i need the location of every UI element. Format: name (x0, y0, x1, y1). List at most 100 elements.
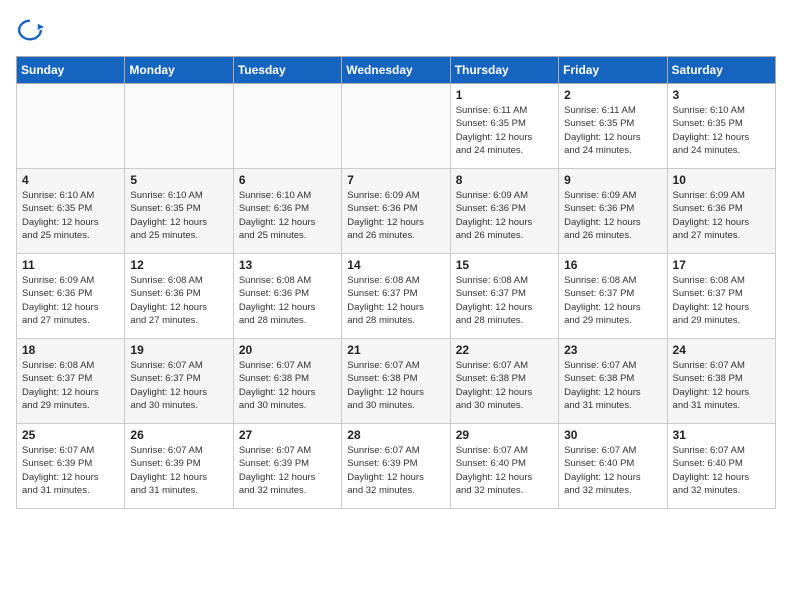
day-info: Sunrise: 6:09 AM Sunset: 6:36 PM Dayligh… (456, 189, 554, 242)
day-number: 16 (564, 258, 662, 272)
day-number: 4 (22, 173, 120, 187)
day-info: Sunrise: 6:07 AM Sunset: 6:40 PM Dayligh… (673, 444, 771, 497)
calendar-cell: 28 Sunrise: 6:07 AM Sunset: 6:39 PM Dayli… (342, 424, 450, 509)
day-info: Sunrise: 6:08 AM Sunset: 6:36 PM Dayligh… (130, 274, 228, 327)
calendar-week-row: 18 Sunrise: 6:08 AM Sunset: 6:37 PM Dayli… (17, 339, 776, 424)
calendar-cell: 12 Sunrise: 6:08 AM Sunset: 6:36 PM Dayli… (125, 254, 233, 339)
calendar-cell (342, 84, 450, 169)
calendar-cell (125, 84, 233, 169)
day-number: 3 (673, 88, 771, 102)
calendar-cell: 7Sunrise: 6:09 AM Sunset: 6:36 PM Daylig… (342, 169, 450, 254)
day-info: Sunrise: 6:10 AM Sunset: 6:35 PM Dayligh… (130, 189, 228, 242)
header-monday: Monday (125, 57, 233, 84)
calendar-header-row: SundayMondayTuesdayWednesdayThursdayFrid… (17, 57, 776, 84)
calendar-cell: 19 Sunrise: 6:07 AM Sunset: 6:37 PM Dayli… (125, 339, 233, 424)
day-info: Sunrise: 6:08 AM Sunset: 6:37 PM Dayligh… (673, 274, 771, 327)
calendar-cell: 5Sunrise: 6:10 AM Sunset: 6:35 PM Daylig… (125, 169, 233, 254)
calendar-week-row: 25 Sunrise: 6:07 AM Sunset: 6:39 PM Dayli… (17, 424, 776, 509)
day-info: Sunrise: 6:07 AM Sunset: 6:39 PM Dayligh… (347, 444, 445, 497)
calendar-cell: 25 Sunrise: 6:07 AM Sunset: 6:39 PM Dayli… (17, 424, 125, 509)
day-info: Sunrise: 6:08 AM Sunset: 6:36 PM Dayligh… (239, 274, 337, 327)
day-info: Sunrise: 6:07 AM Sunset: 6:39 PM Dayligh… (130, 444, 228, 497)
day-info: Sunrise: 6:07 AM Sunset: 6:40 PM Dayligh… (564, 444, 662, 497)
day-number: 25 (22, 428, 120, 442)
day-number: 12 (130, 258, 228, 272)
day-number: 26 (130, 428, 228, 442)
day-info: Sunrise: 6:10 AM Sunset: 6:35 PM Dayligh… (22, 189, 120, 242)
header-tuesday: Tuesday (233, 57, 341, 84)
day-info: Sunrise: 6:07 AM Sunset: 6:37 PM Dayligh… (130, 359, 228, 412)
calendar-cell: 9Sunrise: 6:09 AM Sunset: 6:36 PM Daylig… (559, 169, 667, 254)
day-info: Sunrise: 6:09 AM Sunset: 6:36 PM Dayligh… (22, 274, 120, 327)
calendar-cell: 4 Sunrise: 6:10 AM Sunset: 6:35 PM Daylig… (17, 169, 125, 254)
day-info: Sunrise: 6:07 AM Sunset: 6:39 PM Dayligh… (239, 444, 337, 497)
day-info: Sunrise: 6:10 AM Sunset: 6:35 PM Dayligh… (673, 104, 771, 157)
day-number: 29 (456, 428, 554, 442)
day-number: 19 (130, 343, 228, 357)
day-info: Sunrise: 6:07 AM Sunset: 6:38 PM Dayligh… (347, 359, 445, 412)
calendar-cell: 26 Sunrise: 6:07 AM Sunset: 6:39 PM Dayli… (125, 424, 233, 509)
day-number: 2 (564, 88, 662, 102)
calendar-cell: 17 Sunrise: 6:08 AM Sunset: 6:37 PM Dayli… (667, 254, 775, 339)
calendar-cell: 30Sunrise: 6:07 AM Sunset: 6:40 PM Dayli… (559, 424, 667, 509)
calendar-cell: 3 Sunrise: 6:10 AM Sunset: 6:35 PM Daylig… (667, 84, 775, 169)
day-number: 24 (673, 343, 771, 357)
calendar-week-row: 1 Sunrise: 6:11 AM Sunset: 6:35 PM Daylig… (17, 84, 776, 169)
header-friday: Friday (559, 57, 667, 84)
day-number: 28 (347, 428, 445, 442)
day-info: Sunrise: 6:07 AM Sunset: 6:38 PM Dayligh… (456, 359, 554, 412)
calendar-cell (233, 84, 341, 169)
calendar-cell: 20Sunrise: 6:07 AM Sunset: 6:38 PM Dayli… (233, 339, 341, 424)
header-saturday: Saturday (667, 57, 775, 84)
day-number: 22 (456, 343, 554, 357)
day-info: Sunrise: 6:09 AM Sunset: 6:36 PM Dayligh… (564, 189, 662, 242)
calendar-cell: 27 Sunrise: 6:07 AM Sunset: 6:39 PM Dayli… (233, 424, 341, 509)
day-info: Sunrise: 6:07 AM Sunset: 6:38 PM Dayligh… (564, 359, 662, 412)
day-info: Sunrise: 6:11 AM Sunset: 6:35 PM Dayligh… (456, 104, 554, 157)
header-sunday: Sunday (17, 57, 125, 84)
day-number: 21 (347, 343, 445, 357)
calendar-cell: 31Sunrise: 6:07 AM Sunset: 6:40 PM Dayli… (667, 424, 775, 509)
calendar-week-row: 4 Sunrise: 6:10 AM Sunset: 6:35 PM Daylig… (17, 169, 776, 254)
day-number: 17 (673, 258, 771, 272)
calendar-cell: 23 Sunrise: 6:07 AM Sunset: 6:38 PM Dayli… (559, 339, 667, 424)
day-number: 8 (456, 173, 554, 187)
day-info: Sunrise: 6:10 AM Sunset: 6:36 PM Dayligh… (239, 189, 337, 242)
day-info: Sunrise: 6:08 AM Sunset: 6:37 PM Dayligh… (347, 274, 445, 327)
calendar-cell: 6Sunrise: 6:10 AM Sunset: 6:36 PM Daylig… (233, 169, 341, 254)
day-number: 23 (564, 343, 662, 357)
calendar-cell: 18 Sunrise: 6:08 AM Sunset: 6:37 PM Dayli… (17, 339, 125, 424)
calendar-cell: 10 Sunrise: 6:09 AM Sunset: 6:36 PM Dayli… (667, 169, 775, 254)
calendar-cell: 15Sunrise: 6:08 AM Sunset: 6:37 PM Dayli… (450, 254, 558, 339)
calendar-cell: 11 Sunrise: 6:09 AM Sunset: 6:36 PM Dayli… (17, 254, 125, 339)
day-number: 14 (347, 258, 445, 272)
page-header (16, 16, 776, 44)
header-thursday: Thursday (450, 57, 558, 84)
logo (16, 16, 48, 44)
day-info: Sunrise: 6:08 AM Sunset: 6:37 PM Dayligh… (456, 274, 554, 327)
day-info: Sunrise: 6:07 AM Sunset: 6:40 PM Dayligh… (456, 444, 554, 497)
day-number: 11 (22, 258, 120, 272)
calendar-cell: 13 Sunrise: 6:08 AM Sunset: 6:36 PM Dayli… (233, 254, 341, 339)
calendar-cell: 2 Sunrise: 6:11 AM Sunset: 6:35 PM Daylig… (559, 84, 667, 169)
calendar-week-row: 11 Sunrise: 6:09 AM Sunset: 6:36 PM Dayli… (17, 254, 776, 339)
calendar-cell: 22 Sunrise: 6:07 AM Sunset: 6:38 PM Dayli… (450, 339, 558, 424)
logo-icon (16, 16, 44, 44)
calendar-cell: 21 Sunrise: 6:07 AM Sunset: 6:38 PM Dayli… (342, 339, 450, 424)
day-info: Sunrise: 6:07 AM Sunset: 6:39 PM Dayligh… (22, 444, 120, 497)
day-number: 7 (347, 173, 445, 187)
calendar-cell: 16Sunrise: 6:08 AM Sunset: 6:37 PM Dayli… (559, 254, 667, 339)
day-number: 10 (673, 173, 771, 187)
day-number: 18 (22, 343, 120, 357)
day-number: 13 (239, 258, 337, 272)
calendar-cell: 8 Sunrise: 6:09 AM Sunset: 6:36 PM Daylig… (450, 169, 558, 254)
day-info: Sunrise: 6:09 AM Sunset: 6:36 PM Dayligh… (673, 189, 771, 242)
calendar-cell (17, 84, 125, 169)
day-info: Sunrise: 6:11 AM Sunset: 6:35 PM Dayligh… (564, 104, 662, 157)
day-info: Sunrise: 6:08 AM Sunset: 6:37 PM Dayligh… (22, 359, 120, 412)
day-info: Sunrise: 6:07 AM Sunset: 6:38 PM Dayligh… (673, 359, 771, 412)
day-number: 1 (456, 88, 554, 102)
day-number: 27 (239, 428, 337, 442)
calendar-cell: 14 Sunrise: 6:08 AM Sunset: 6:37 PM Dayli… (342, 254, 450, 339)
calendar-cell: 24 Sunrise: 6:07 AM Sunset: 6:38 PM Dayli… (667, 339, 775, 424)
